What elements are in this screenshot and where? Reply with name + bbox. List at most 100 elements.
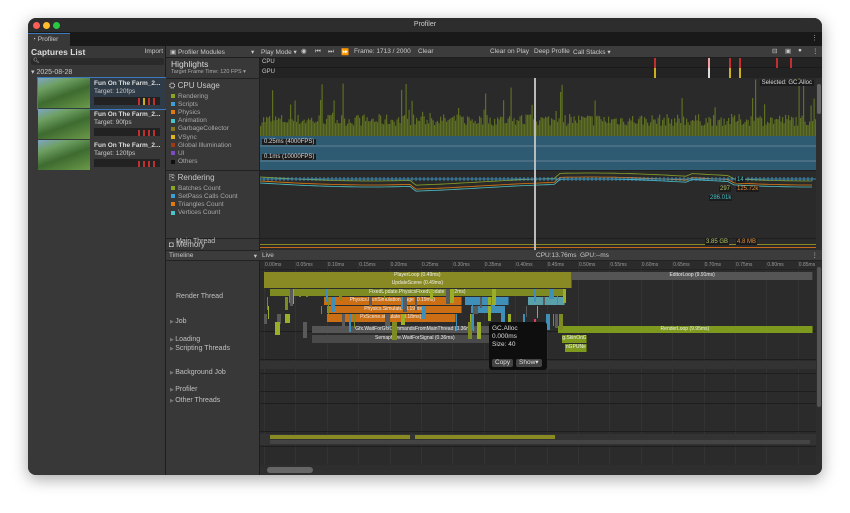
small-sample[interactable] [455,314,457,332]
profiler-sample[interactable] [270,435,410,439]
legend-item[interactable]: SetPass Calls Count [171,192,238,200]
small-sample[interactable] [422,305,426,319]
thread-render-thread[interactable]: Render Thread [176,293,223,300]
small-sample[interactable] [353,314,355,328]
record-button[interactable]: ◉ [301,47,307,55]
cpu-module[interactable]: ⛭ CPU Usage Rendering Scripts Physics Anima… [166,78,260,170]
cpu-highlight-mark[interactable] [708,58,710,68]
timeline-sample[interactable]: g.SkinOnG [562,335,588,343]
legend-item[interactable]: VSync [171,133,231,141]
play-mode-dropdown[interactable]: Play Mode ▾ [261,48,297,56]
timeline-sample[interactable]: PxScene.simulate (0.18ms) [326,314,456,322]
thread-job[interactable]: ▶ Job [170,318,187,325]
frame-cursor[interactable] [534,78,536,250]
small-sample[interactable] [289,288,293,307]
target-frame-dropdown[interactable]: Target Frame Time: 120 FPS ▾ [171,69,246,75]
small-sample[interactable] [414,297,417,311]
small-sample[interactable] [330,297,336,313]
thread-loading[interactable]: ▶ Loading [170,336,200,343]
small-sample[interactable] [479,297,483,309]
profiler-modules-dropdown[interactable]: ▣ Profiler Modules [170,48,225,56]
next-frame-button[interactable]: ⏭ [328,48,334,56]
save-icon[interactable]: ▣ [785,47,791,55]
small-sample[interactable] [473,305,478,315]
deep-profile-toggle[interactable]: Deep Profile [534,48,570,55]
small-sample[interactable] [321,305,323,314]
legend-item[interactable]: GarbageCollector [171,125,231,133]
cpu-highlight-mark[interactable] [739,58,741,68]
legend-item[interactable]: Scripts [171,100,231,108]
small-sample[interactable] [476,322,482,339]
thread-background-job[interactable]: ▶ Background Job [170,369,226,376]
small-sample[interactable] [491,288,496,305]
tab-profiler[interactable]: ◔ Profiler [28,33,70,46]
cpu-highlight-mark[interactable] [729,58,731,68]
small-sample[interactable] [556,288,559,306]
modules-scrollbar[interactable] [816,78,822,250]
small-sample[interactable] [305,288,309,298]
small-sample[interactable] [275,322,280,335]
call-stacks-dropdown[interactable]: Call Stacks ▾ [573,48,611,56]
timeline-sample[interactable]: nGPUNe [565,344,588,352]
thread-other-threads[interactable]: ▶ Other Threads [170,397,220,404]
small-sample[interactable] [392,322,397,340]
clear-on-play-toggle[interactable]: Clear on Play [490,48,529,55]
profiler-sample[interactable] [270,440,810,444]
small-sample[interactable] [500,305,506,323]
timeline-sample[interactable]: EditorLoop (9.91ms) [571,272,814,280]
thread-main-thread[interactable]: Main Thread [176,238,215,245]
gpu-highlight-mark[interactable] [708,68,710,78]
small-sample[interactable] [487,305,492,321]
gpu-highlight-mark[interactable] [654,68,656,78]
timeline-sample[interactable]: Physics.RunSimulationStage (0.19ms) [323,297,462,305]
search-input[interactable]: 🔍︎ [31,58,164,65]
gpu-highlight-mark[interactable] [729,68,731,78]
small-sample[interactable] [342,314,345,328]
small-sample[interactable] [401,314,406,325]
small-sample[interactable] [285,314,290,324]
timeline-sample[interactable]: Semaphore.WaitForSignal (0.36ms) [311,335,519,343]
small-sample[interactable] [384,288,386,299]
legend-item[interactable]: Animation [171,117,231,125]
legend-item[interactable]: Others [171,158,231,166]
date-group[interactable]: ▾ 2025-08-28 [31,68,72,76]
clear-button[interactable]: Clear [418,48,434,55]
legend-item[interactable]: Batches Count [171,184,238,192]
small-sample[interactable] [402,297,407,312]
capture-item[interactable]: Fun On The Farm_2... Target: 90fps [38,109,166,140]
cpu-highlight-row[interactable]: CPU [260,58,822,68]
legend-item[interactable]: Triangles Count [171,200,238,208]
menu-icon[interactable]: ⋮ [812,47,819,55]
gpu-highlight-row[interactable]: GPU [260,68,822,78]
small-sample[interactable] [526,305,528,318]
cpu-highlight-mark[interactable] [790,58,792,68]
small-sample[interactable] [284,297,288,311]
memory-chart[interactable]: 3.85 GB 4.8 MB [260,238,816,250]
small-sample[interactable] [467,322,473,339]
timeline-sample[interactable]: Physics.Simulate (0.19ms) [326,305,462,314]
legend-item[interactable]: Physics [171,108,231,116]
capture-item[interactable]: Fun On The Farm_2... Target: 120fps [38,140,166,171]
timeline-vscroll[interactable] [816,261,822,465]
legend-item[interactable]: Vertices Count [171,209,238,217]
small-sample[interactable] [327,297,330,314]
small-sample[interactable] [445,288,451,305]
timeline-hscroll[interactable] [260,465,822,475]
small-sample[interactable] [368,297,373,307]
help-icon[interactable]: ● [798,47,802,54]
gpu-highlight-mark[interactable] [739,68,741,78]
timeline-sample[interactable]: RenderLoop (9.95ms) [557,325,813,334]
small-sample[interactable] [542,297,546,306]
capture-item[interactable]: Fun On The Farm_2... Target: 120fps [37,77,167,110]
rendering-chart[interactable]: 14 297 125.72k 286.01k [260,170,816,238]
profiler-sample[interactable] [415,435,555,439]
thread-profiler[interactable]: ▶ Profiler [170,386,197,393]
copy-button[interactable]: Copy [492,359,514,367]
small-sample[interactable] [562,288,566,304]
legend-item[interactable]: Global Illumination [171,141,231,149]
view-dropdown[interactable]: Timeline ▾ [166,250,260,261]
menu-icon[interactable]: ⋮ [812,251,819,259]
thread-scripting-threads[interactable]: ▶ Scripting Threads [170,345,230,352]
cpu-usage-chart[interactable]: 0.25ms (4000FPS) 0.1ms (10000FPS) Select… [260,78,816,170]
legend-item[interactable]: UI [171,149,231,157]
